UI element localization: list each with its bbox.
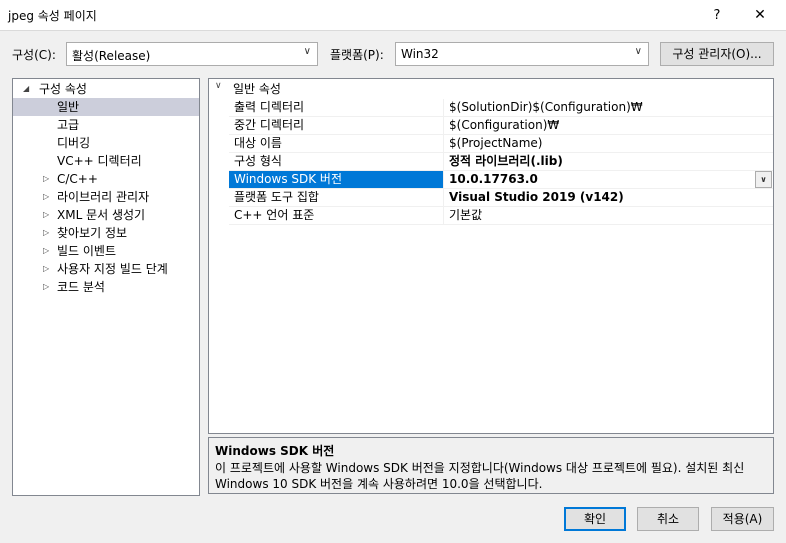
property-name: C++ 언어 표준	[229, 207, 444, 225]
row-gutter	[209, 135, 229, 153]
tree-item-label: VC++ 디렉터리	[57, 154, 142, 168]
tree-item-code-analysis[interactable]: ▷ 코드 분석	[13, 278, 199, 296]
tree-item-xml-doc-generator[interactable]: ▷ XML 문서 생성기	[13, 206, 199, 224]
expanded-icon[interactable]: ◢	[23, 80, 29, 98]
property-name: 중간 디렉터리	[229, 117, 444, 135]
platform-label: 플랫폼(P):	[330, 48, 384, 62]
tree-item-label: 라이브러리 관리자	[57, 190, 150, 204]
property-row-cpp-language-standard[interactable]: C++ 언어 표준 기본값	[209, 207, 773, 225]
property-row-target-name[interactable]: 대상 이름 $(ProjectName)	[209, 135, 773, 153]
property-value[interactable]: $(Configuration)₩	[444, 117, 773, 135]
row-gutter	[209, 189, 229, 207]
config-manager-button[interactable]: 구성 관리자(O)...	[660, 42, 774, 66]
tree-item-label: C/C++	[57, 172, 98, 186]
tree-item-label: 디버깅	[57, 136, 91, 150]
tree-item-label: XML 문서 생성기	[57, 208, 146, 222]
row-gutter	[209, 207, 229, 225]
tree-item-vc-directories[interactable]: VC++ 디렉터리	[13, 152, 199, 170]
collapsed-icon[interactable]: ▷	[43, 206, 49, 224]
tree-item-general[interactable]: 일반	[13, 98, 199, 116]
property-tree: ◢ 구성 속성 일반 고급 디버깅 VC++ 디렉터리 ▷ C/C++ ▷ 라이…	[12, 78, 200, 496]
collapsed-icon[interactable]: ▷	[43, 278, 49, 296]
property-value[interactable]: 정적 라이브러리(.lib)	[444, 153, 773, 171]
tree-item-c-cpp[interactable]: ▷ C/C++	[13, 170, 199, 188]
property-row-platform-toolset[interactable]: 플랫폼 도구 집합 Visual Studio 2019 (v142)	[209, 189, 773, 207]
collapsed-icon[interactable]: ▷	[43, 260, 49, 278]
collapsed-icon[interactable]: ▷	[43, 188, 49, 206]
tree-item-label: 일반	[57, 100, 80, 114]
property-value[interactable]: 기본값	[444, 207, 773, 225]
property-value[interactable]: $(ProjectName)	[444, 135, 773, 153]
category-general-properties[interactable]: ∨ 일반 속성	[209, 79, 773, 97]
window-title: jpeg 속성 페이지	[8, 9, 97, 23]
property-name: 대상 이름	[229, 135, 444, 153]
property-value[interactable]: Visual Studio 2019 (v142)	[444, 189, 773, 207]
tree-item-advanced[interactable]: 고급	[13, 116, 199, 134]
category-label: 일반 속성	[233, 82, 281, 96]
platform-select[interactable]: Win32 ∨	[395, 42, 649, 66]
tree-item-build-events[interactable]: ▷ 빌드 이벤트	[13, 242, 199, 260]
config-label: 구성(C):	[12, 48, 56, 62]
collapsed-icon[interactable]: ▷	[43, 242, 49, 260]
cancel-button[interactable]: 취소	[637, 507, 699, 531]
property-name: 플랫폼 도구 집합	[229, 189, 444, 207]
property-name: 출력 디렉터리	[229, 99, 444, 117]
tree-item-debugging[interactable]: 디버깅	[13, 134, 199, 152]
row-gutter	[209, 153, 229, 171]
tree-item-librarian[interactable]: ▷ 라이브러리 관리자	[13, 188, 199, 206]
property-row-intermediate-dir[interactable]: 중간 디렉터리 $(Configuration)₩	[209, 117, 773, 135]
config-select[interactable]: 활성(Release) ∨	[66, 42, 318, 66]
help-button[interactable]: ?	[703, 0, 731, 31]
row-gutter	[209, 99, 229, 117]
chevron-down-icon: ∨	[303, 46, 311, 57]
property-name: 구성 형식	[229, 153, 444, 171]
collapsed-icon[interactable]: ▷	[43, 224, 49, 242]
platform-value: Win32	[401, 47, 439, 61]
property-value[interactable]: 10.0.17763.0 ∨	[444, 171, 773, 189]
property-name: Windows SDK 버전	[229, 171, 444, 189]
tree-item-label: 구성 속성	[39, 82, 87, 96]
ok-button[interactable]: 확인	[564, 507, 626, 531]
close-button[interactable]: ✕	[740, 0, 780, 31]
property-row-output-dir[interactable]: 출력 디렉터리 $(SolutionDir)$(Configuration)₩	[209, 99, 773, 117]
property-value-text: 10.0.17763.0	[449, 172, 538, 186]
description-title: Windows SDK 버전	[215, 444, 335, 458]
collapsed-icon[interactable]: ▷	[43, 170, 49, 188]
apply-button[interactable]: 적용(A)	[711, 507, 774, 531]
tree-item-label: 고급	[57, 118, 80, 132]
property-value[interactable]: $(SolutionDir)$(Configuration)₩	[444, 99, 773, 117]
property-row-config-type[interactable]: 구성 형식 정적 라이브러리(.lib)	[209, 153, 773, 171]
title-bar: jpeg 속성 페이지 ? ✕	[0, 0, 786, 31]
row-gutter	[209, 117, 229, 135]
tree-item-config-properties[interactable]: ◢ 구성 속성	[13, 80, 199, 98]
tree-item-label: 사용자 지정 빌드 단계	[57, 262, 168, 276]
chevron-down-icon: ∨	[634, 46, 642, 57]
description-panel: Windows SDK 버전 이 프로젝트에 사용할 Windows SDK 버…	[208, 437, 774, 494]
row-gutter	[209, 171, 229, 189]
chevron-down-icon[interactable]: ∨	[755, 171, 772, 188]
tree-item-label: 코드 분석	[57, 280, 105, 294]
description-text: 이 프로젝트에 사용할 Windows SDK 버전을 지정합니다(Window…	[215, 461, 745, 491]
chevron-down-icon[interactable]: ∨	[215, 81, 222, 91]
tree-item-label: 찾아보기 정보	[57, 226, 128, 240]
tree-item-custom-build-step[interactable]: ▷ 사용자 지정 빌드 단계	[13, 260, 199, 278]
property-row-windows-sdk-version[interactable]: Windows SDK 버전 10.0.17763.0 ∨	[209, 171, 773, 189]
property-grid: ∨ 일반 속성 출력 디렉터리 $(SolutionDir)$(Configur…	[208, 78, 774, 434]
tree-item-browse-info[interactable]: ▷ 찾아보기 정보	[13, 224, 199, 242]
tree-item-label: 빌드 이벤트	[57, 244, 117, 258]
config-value: 활성(Release)	[72, 49, 151, 63]
